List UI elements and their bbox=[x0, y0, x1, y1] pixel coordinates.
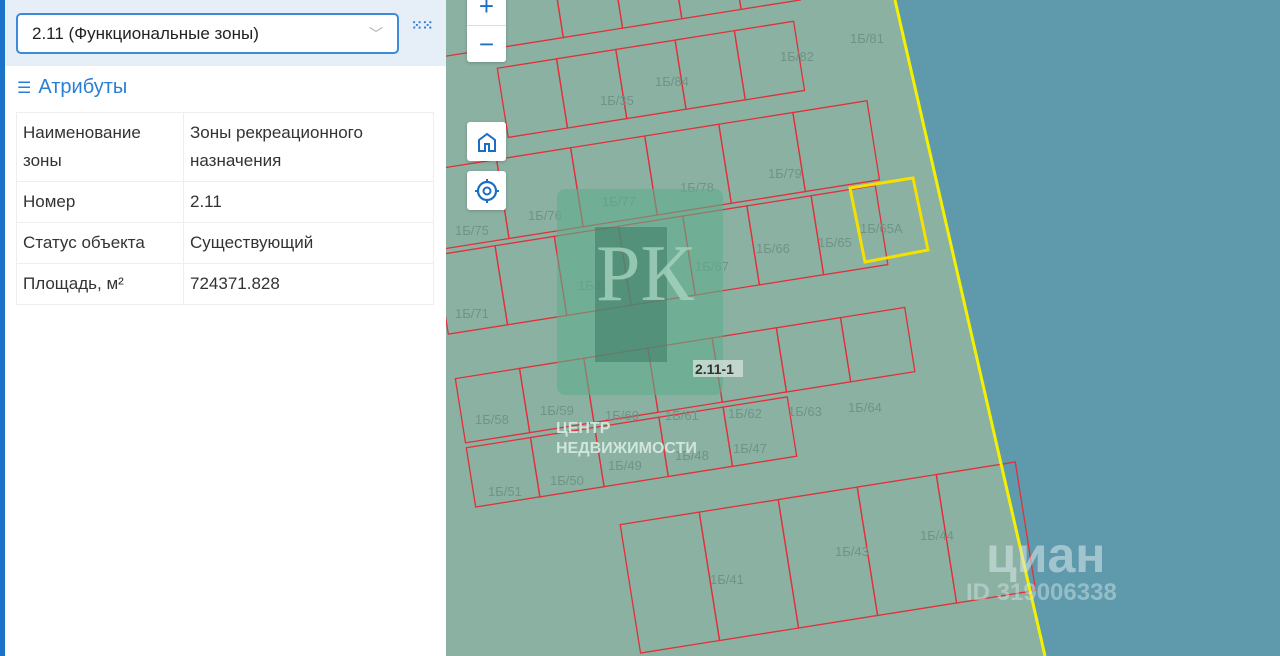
attr-value: Зоны рекреационного назначения bbox=[183, 112, 434, 182]
parcel-outline[interactable] bbox=[674, 29, 747, 110]
parcel-outline[interactable] bbox=[555, 48, 628, 129]
parcel-label: 1Б/76 bbox=[528, 208, 562, 223]
attributes-heading: ☰ Атрибуты bbox=[5, 66, 446, 99]
zoom-out-button[interactable]: − bbox=[467, 25, 506, 62]
parcel-label: 1Б/64 bbox=[848, 400, 882, 415]
parcel-outline[interactable] bbox=[671, 0, 742, 20]
parcel-outline[interactable] bbox=[619, 511, 721, 654]
parcel-outline[interactable] bbox=[839, 306, 916, 383]
zoom-controls: + − bbox=[467, 0, 506, 62]
cian-id-watermark: ID 319006338 bbox=[966, 579, 1117, 606]
parcel-outline[interactable] bbox=[698, 498, 800, 642]
parcel-label: 1Б/62 bbox=[728, 406, 762, 421]
parcel-label: 1Б/35 bbox=[600, 93, 634, 108]
parcel-label: 1Б/43 bbox=[835, 544, 869, 559]
parcel-label: 1Б/63 bbox=[788, 404, 822, 419]
parcel-label: 1Б/71 bbox=[455, 306, 489, 321]
parcel-outline[interactable] bbox=[612, 0, 683, 29]
parcel-label: 1Б/58 bbox=[475, 412, 509, 427]
parcel-outline[interactable] bbox=[856, 473, 958, 617]
collapse-icon[interactable]: ⁙⁙ bbox=[411, 18, 433, 32]
logo-letters: РК bbox=[596, 230, 694, 318]
attr-value: 724371.828 bbox=[183, 263, 434, 305]
attr-name: Номер bbox=[16, 181, 184, 223]
selected-parcel[interactable] bbox=[848, 176, 930, 264]
attributes-table: Наименование зоны Зоны рекреационного наз… bbox=[16, 112, 434, 305]
table-row: Площадь, м² 724371.828 bbox=[16, 263, 434, 305]
home-button[interactable] bbox=[467, 122, 506, 161]
parcel-outline[interactable] bbox=[553, 0, 624, 39]
attr-name: Площадь, м² bbox=[16, 263, 184, 305]
logo-text-1: ЦЕНТР bbox=[556, 420, 611, 437]
parcel-label: 1Б/65 bbox=[818, 235, 852, 250]
attr-value: 2.11 bbox=[183, 181, 434, 223]
parcel-label: 1Б/79 bbox=[768, 166, 802, 181]
attr-name: Статус объекта bbox=[16, 222, 184, 264]
parcel-label: 1Б/49 bbox=[608, 458, 642, 473]
attributes-panel: 2.11 (Функциональные зоны) ﹀ ⁙⁙ ☰ Атрибу… bbox=[0, 0, 446, 656]
table-row: Номер 2.11 bbox=[16, 181, 434, 223]
parcel-outline[interactable] bbox=[454, 367, 531, 444]
parcel-outline[interactable] bbox=[496, 58, 569, 139]
attributes-title: Атрибуты bbox=[38, 76, 128, 98]
map-canvas[interactable]: 1Б/811Б/821Б/841Б/351Б/791Б/781Б/771Б/76… bbox=[446, 0, 1280, 656]
logo-text-2: НЕДВИЖИМОСТИ bbox=[556, 440, 697, 457]
layer-select[interactable]: 2.11 (Функциональные зоны) ﹀ bbox=[16, 13, 399, 54]
parcel-outline[interactable] bbox=[775, 316, 852, 393]
attr-name: Наименование зоны bbox=[16, 112, 184, 182]
panel-header: 2.11 (Функциональные зоны) ﹀ ⁙⁙ bbox=[5, 0, 446, 66]
parcel-label: 1Б/50 bbox=[550, 473, 584, 488]
table-row: Наименование зоны Зоны рекреационного наз… bbox=[16, 112, 434, 182]
parcel-label: 1Б/41 bbox=[710, 572, 744, 587]
parcel-label: 1Б/65А bbox=[860, 221, 903, 236]
parcel-outline[interactable] bbox=[718, 111, 807, 205]
table-row: Статус объекта Существующий bbox=[16, 222, 434, 264]
parcel-label: 1Б/59 bbox=[540, 403, 574, 418]
parcel-label: 1Б/84 bbox=[655, 74, 689, 89]
layer-select-value: 2.11 (Функциональные зоны) bbox=[32, 23, 259, 43]
parcel-outline[interactable] bbox=[792, 100, 881, 193]
parcel-label: 1Б/47 bbox=[733, 441, 767, 456]
map-view[interactable]: 1Б/811Б/821Б/841Б/351Б/791Б/781Б/771Б/76… bbox=[446, 0, 1280, 656]
cian-watermark: циан bbox=[986, 527, 1105, 583]
attr-value: Существующий bbox=[183, 222, 434, 264]
parcel-label: 1Б/75 bbox=[455, 223, 489, 238]
zoom-in-button[interactable]: + bbox=[479, 0, 494, 25]
home-icon bbox=[477, 132, 496, 152]
parcel-label: 1Б/61 bbox=[665, 408, 699, 423]
zone-label: 2.11-1 bbox=[695, 361, 734, 377]
parcel-label: 1Б/66 bbox=[756, 241, 790, 256]
locate-button[interactable] bbox=[467, 171, 506, 210]
chevron-down-icon: ﹀ bbox=[369, 25, 383, 42]
parcel-outline[interactable] bbox=[730, 0, 802, 11]
parcel-label: 1Б/51 bbox=[488, 484, 522, 499]
parcel-label: 1Б/82 bbox=[780, 49, 814, 64]
parcel-label: 1Б/44 bbox=[920, 528, 954, 543]
parcel-label: 1Б/81 bbox=[850, 31, 884, 46]
target-icon bbox=[474, 178, 499, 203]
list-icon: ☰ bbox=[17, 79, 32, 97]
